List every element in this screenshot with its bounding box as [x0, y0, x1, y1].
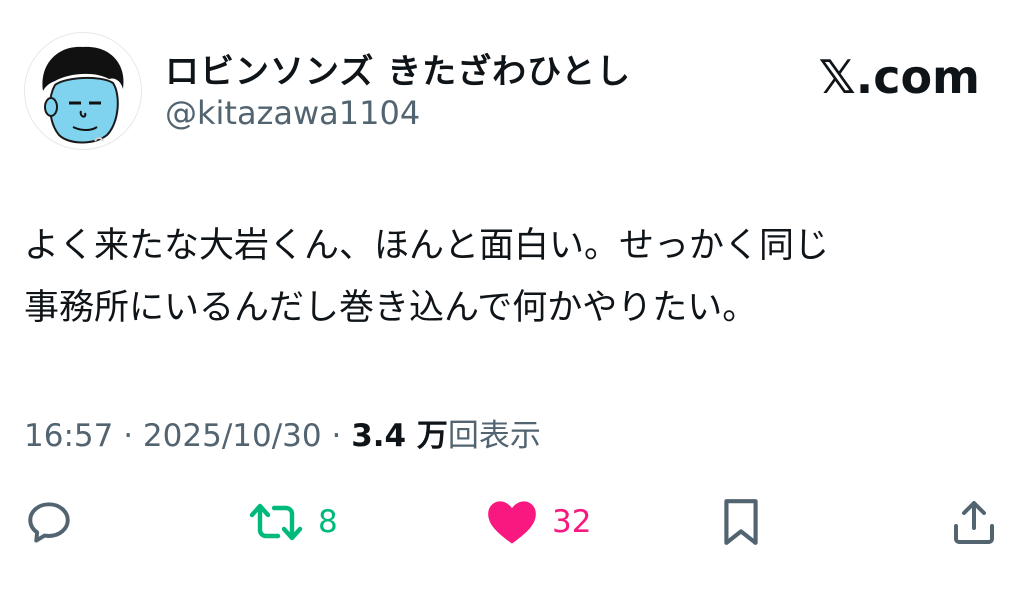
- heart-icon: [488, 501, 536, 544]
- retweet-button[interactable]: 8: [248, 492, 338, 552]
- tweet-text: よく来たな大岩くん、ほんと面白い。せっかく同じ 事務所にいるんだし巻き込んで何か…: [24, 215, 999, 339]
- tweet-text-line: よく来たな大岩くん、ほんと面白い。せっかく同じ: [24, 226, 830, 266]
- views-label: 回表示: [447, 418, 541, 454]
- reply-button[interactable]: [24, 492, 74, 552]
- reply-icon: [28, 502, 70, 543]
- share-icon: [954, 501, 994, 544]
- like-count: 32: [552, 504, 592, 540]
- bookmark-button[interactable]: [718, 492, 764, 552]
- tweet-time[interactable]: 16:57: [24, 418, 113, 454]
- tweet-text-line: 事務所にいるんだし巻き込んで何かやりたい。: [24, 288, 758, 328]
- meta-separator: ·: [331, 418, 342, 454]
- author-handle[interactable]: @kitazawa1104: [165, 94, 420, 132]
- avatar[interactable]: [24, 32, 142, 150]
- retweet-icon: [249, 503, 303, 541]
- action-bar: 8 32: [0, 492, 1024, 552]
- cartoon-face-icon: [25, 33, 141, 149]
- like-button[interactable]: 32: [486, 492, 591, 552]
- bookmark-icon: [724, 499, 758, 545]
- brand-logo: 𝕏.com: [818, 50, 980, 104]
- retweet-count: 8: [318, 504, 338, 540]
- meta-separator: ·: [123, 418, 134, 454]
- share-button[interactable]: [950, 492, 998, 552]
- tweet-date[interactable]: 2025/10/30: [143, 418, 322, 454]
- author-display-name[interactable]: ロビンソンズ きたざわひとし: [165, 44, 631, 93]
- tweet-meta: 16:57 · 2025/10/30 · 3.4 万回表示: [24, 410, 541, 455]
- views-count: 3.4 万: [351, 418, 448, 454]
